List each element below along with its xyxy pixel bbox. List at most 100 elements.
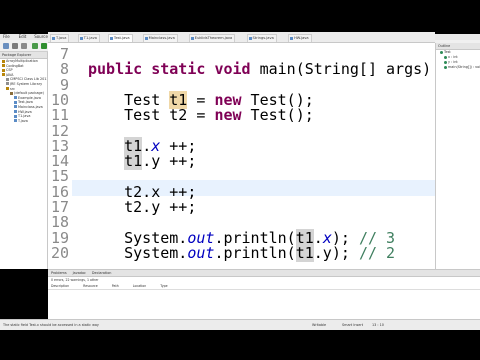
folder-icon [6,77,9,81]
tree-item-label: Test.java [18,100,33,105]
menu-item-source[interactable]: Source [34,34,48,39]
status-bar: The static field Test.x should be access… [0,319,480,330]
menu-item-edit[interactable]: Edit [19,34,27,39]
tree-item-label: src [10,86,15,91]
code-line[interactable]: public static void main(String[] args) { [88,60,449,78]
letterbox-top [0,0,480,34]
column-header[interactable]: Resource [83,284,98,288]
java-file-icon [14,105,17,109]
outline-tab[interactable]: Outline [436,43,480,50]
code-token: t1 [124,152,143,171]
outline-item-label: y : int [448,60,458,64]
editor-tab[interactable]: T1.java [77,34,100,42]
folder-icon [2,68,5,72]
code-token: t1 [295,243,314,262]
code-token: Test t2 = [88,106,215,125]
tree-item-label: CodingBat [6,63,24,68]
code-line[interactable]: Test t2 = new Test(); [88,106,314,124]
new-icon[interactable] [3,43,9,49]
code-token: // 2 [358,243,396,262]
code-token: .y ++; [142,152,197,171]
tree-item-label: CSP [6,68,13,73]
letterbox-bottom [0,330,480,360]
editor-tab[interactable]: T.java [50,34,70,42]
outline-tree: Test x : int y : int main(String[]) : void [436,50,480,70]
folder-icon [2,73,5,77]
tree-item-label: ArrayMultiplication [6,59,38,63]
eclipse-window: FileEditSourceRefactorNavigateSearchProj… [0,0,480,360]
outline-item[interactable]: main(String[]) : void [436,65,480,70]
java-file-icon [290,37,294,40]
package-explorer: Package Explorer ArrayMultiplication Codi… [0,52,48,269]
java-file-icon [79,37,83,40]
java-file-icon [52,37,55,40]
column-header[interactable]: Type [160,284,167,288]
java-file-icon [144,37,148,40]
tree-item-label: T1.java [18,114,31,119]
column-header[interactable]: Location [133,284,146,288]
tree-item-label: T.java [18,118,28,123]
folder-icon [10,91,13,95]
editor-tab[interactable]: EuklidsTheorem.java [188,34,236,42]
problems-tab-declaration[interactable]: Declaration [92,271,112,275]
code-token: t2.y ++; [88,198,197,216]
folder-icon [6,82,9,86]
problems-tab-problems[interactable]: Problems [51,271,67,275]
code-token: .println( [214,243,296,262]
problems-tabs: Problems Javadoc Declaration [48,270,480,277]
problems-view: Problems Javadoc Declaration 0 errors, 22 … [48,269,480,319]
code-line[interactable]: System.out.println(t1.y); // 2 [88,243,396,262]
tree-item-label: JAVA [6,72,14,77]
code-token: public [88,60,143,79]
tree-item-label: HW.java [18,109,32,114]
java-file-icon [109,37,113,40]
code-token: out [187,243,215,262]
editor-tab-label: T1.java [83,36,97,40]
code-token: .y); [313,243,359,262]
code-token: System. [88,243,188,262]
tree-item-label: (default package) [14,91,44,96]
outline-item-label: x : int [448,55,458,59]
tree-item-label: JRE System Library [10,81,43,86]
java-file-icon [248,37,252,40]
editor-tab-label: Mainclass.java [148,36,175,40]
package-tree: ArrayMultiplication CodingBat CSP JAVA CMPSC… [0,59,47,123]
code-editor[interactable]: 7 8 9 10 11 12 13 14 15 16 17 18 19 20 public static … [48,43,449,269]
tree-item-label: CMPSCI Class Lib 2013 [10,77,47,82]
code-token: new [214,106,242,125]
member-icon [444,65,447,69]
editor-tab[interactable]: HW.java [288,34,312,42]
class-icon [440,50,443,54]
debug-icon[interactable] [32,43,38,49]
save-icon[interactable] [12,43,18,49]
code-line[interactable]: t1.y ++; [88,152,197,171]
code-token: Test(); [241,106,314,125]
outline-view: Outline Test x : int y : int main(String[])… [435,43,480,269]
run-icon[interactable] [41,43,47,49]
code-token: void [214,60,251,79]
status-message: The static field Test.x should be access… [3,323,99,327]
editor-tab[interactable]: Strings.java [246,34,277,42]
code-line[interactable]: t2.y ++; [88,198,196,216]
editor-tab-label: T.java [56,36,67,40]
column-header[interactable]: Path [112,284,119,288]
editor-tabs: T.java T1.java Test.java Mainclass.java Eukl… [48,32,435,43]
problems-tab-javadoc[interactable]: Javadoc [73,271,86,275]
editor-tab-label: Strings.java [252,36,274,40]
folder-icon [2,64,5,68]
tree-item-label: Mainclass.java [18,104,43,109]
editor-tab[interactable]: Mainclass.java [142,34,178,42]
editor-tab-label: HW.java [294,36,309,40]
editor-tab-label: Test.java [113,36,130,40]
column-header[interactable]: Description [51,284,69,288]
menu-item-file[interactable]: File [3,34,10,39]
folder-icon [2,59,5,63]
tree-item[interactable]: T.java [0,119,47,124]
code-token: static [151,60,206,79]
package-explorer-tab[interactable]: Package Explorer [0,52,47,59]
editor-tab[interactable]: Test.java [107,34,133,42]
java-file-icon [14,110,17,114]
print-icon[interactable] [21,43,27,49]
